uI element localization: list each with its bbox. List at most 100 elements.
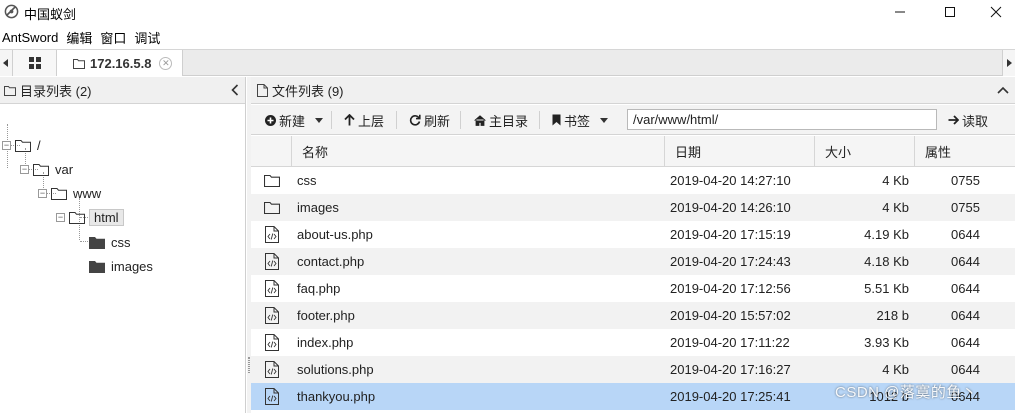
- chevron-up-icon[interactable]: [997, 86, 1009, 94]
- folder-filled-icon: [89, 236, 105, 249]
- up-button-label: 上层: [358, 113, 385, 129]
- grid-icon: [28, 57, 41, 69]
- file-type-cell: [251, 275, 292, 302]
- title-bar: 中国蚁剑: [0, 0, 1015, 24]
- column-header-icon: [251, 136, 292, 167]
- maximize-button[interactable]: [927, 0, 973, 24]
- column-header-name[interactable]: 名称: [292, 136, 665, 167]
- file-row[interactable]: footer.php 2019-04-20 15:57:02 218 b 064…: [251, 302, 1015, 329]
- minimize-button[interactable]: [877, 0, 923, 24]
- triangle-left-icon: [3, 59, 8, 67]
- column-header-size[interactable]: 大小: [815, 136, 915, 167]
- file-date: 2019-04-20 17:16:27: [670, 362, 791, 377]
- tree-node-html[interactable]: − html: [56, 207, 124, 227]
- file-type-cell: [251, 167, 292, 194]
- file-row[interactable]: about-us.php 2019-04-20 17:15:19 4.19 Kb…: [251, 221, 1015, 248]
- antsword-logo-icon: [4, 4, 19, 19]
- file-panel-title: 文件列表 (9): [272, 83, 344, 99]
- code-file-icon: [264, 307, 279, 324]
- folder-outline-icon: [33, 163, 49, 176]
- code-file-icon: [264, 334, 279, 351]
- close-window-button[interactable]: [973, 0, 1015, 24]
- chevron-left-icon[interactable]: [231, 84, 239, 96]
- new-button[interactable]: 新建: [265, 109, 324, 131]
- file-grid: 名称 日期 大小 属性 css 2019-04-20 14:27:10 4 Kb…: [251, 136, 1015, 410]
- tree-node-css[interactable]: css: [89, 232, 131, 252]
- folder-outline-icon: [4, 85, 16, 96]
- splitter-grip[interactable]: [248, 357, 250, 373]
- file-row[interactable]: images 2019-04-20 14:26:10 4 Kb 0755: [251, 194, 1015, 221]
- file-type-cell: [251, 356, 292, 383]
- menu-window[interactable]: 窗口: [98, 28, 132, 47]
- caret-down-icon: [315, 117, 324, 123]
- tab-scroll-right-button[interactable]: [1002, 50, 1015, 76]
- arrow-up-icon: [344, 114, 355, 126]
- file-size: 218 b: [876, 308, 909, 323]
- tab-home[interactable]: [13, 50, 57, 76]
- arrow-right-icon: [948, 115, 959, 125]
- tree-label-var: var: [55, 161, 74, 177]
- tree-collapse-toggle[interactable]: −: [56, 212, 65, 222]
- file-name: solutions.php: [297, 362, 374, 377]
- folder-outline-icon: [73, 58, 85, 69]
- home-icon: [474, 114, 486, 126]
- toolbar-separator: [331, 111, 332, 129]
- file-date: 2019-04-20 17:11:22: [670, 335, 790, 350]
- column-header-date[interactable]: 日期: [665, 136, 815, 167]
- tree-node-images[interactable]: images: [89, 256, 153, 276]
- maximize-icon: [945, 7, 955, 17]
- home-dir-button[interactable]: 主目录: [474, 109, 528, 131]
- file-name: index.php: [297, 335, 354, 350]
- folder-outline-icon: [263, 174, 280, 187]
- file-date: 2019-04-20 17:24:43: [670, 254, 791, 269]
- file-name: footer.php: [297, 308, 355, 323]
- code-file-icon: [264, 253, 279, 270]
- file-grid-header: 名称 日期 大小 属性: [251, 136, 1015, 167]
- file-attr: 0644: [951, 227, 980, 242]
- tree-collapse-toggle[interactable]: −: [2, 140, 11, 150]
- folder-outline-icon: [51, 187, 67, 200]
- tab-close-icon[interactable]: ✕: [159, 56, 173, 70]
- code-file-icon: [264, 280, 279, 297]
- file-row[interactable]: index.php 2019-04-20 17:11:22 3.93 Kb 06…: [251, 329, 1015, 356]
- refresh-icon: [409, 114, 421, 126]
- path-input[interactable]: [627, 109, 937, 130]
- menu-edit[interactable]: 编辑: [64, 28, 98, 47]
- menu-antsword[interactable]: AntSword: [0, 30, 64, 45]
- tab-host[interactable]: 172.16.5.8 ✕: [57, 50, 183, 76]
- menu-debug[interactable]: 调试: [132, 28, 166, 47]
- menu-bar: AntSword 编辑 窗口 调试: [0, 26, 1015, 48]
- bookmark-button[interactable]: 书签: [552, 109, 609, 131]
- file-size: 4 Kb: [882, 173, 909, 188]
- file-type-cell: [251, 329, 292, 356]
- file-attr: 0644: [951, 281, 980, 296]
- tree-label-root: /: [37, 137, 41, 153]
- file-row[interactable]: faq.php 2019-04-20 17:12:56 5.51 Kb 0644: [251, 275, 1015, 302]
- file-row[interactable]: solutions.php 2019-04-20 17:16:27 4 Kb 0…: [251, 356, 1015, 383]
- tree-node-www[interactable]: − www: [38, 183, 101, 203]
- code-file-icon: [264, 388, 279, 405]
- column-header-attr[interactable]: 属性: [915, 136, 1015, 167]
- file-outline-icon: [257, 83, 268, 97]
- tab-bar: 172.16.5.8 ✕: [0, 49, 1015, 76]
- tab-scroll-left-button[interactable]: [0, 50, 13, 76]
- tree-collapse-toggle[interactable]: −: [20, 164, 29, 174]
- tree-node-var[interactable]: − var: [20, 159, 73, 179]
- tree-node-root[interactable]: − /: [2, 135, 41, 155]
- file-row[interactable]: contact.php 2019-04-20 17:24:43 4.18 Kb …: [251, 248, 1015, 275]
- file-toolbar: 新建 上层 刷新 主目录 书签 读取: [251, 105, 1015, 135]
- file-row[interactable]: css 2019-04-20 14:27:10 4 Kb 0755: [251, 167, 1015, 194]
- tree-label-www: www: [73, 185, 102, 201]
- toolbar-separator: [539, 111, 540, 129]
- file-size: 5.51 Kb: [864, 281, 909, 296]
- file-size: 4.18 Kb: [864, 254, 909, 269]
- read-button[interactable]: 读取: [948, 109, 988, 131]
- refresh-button[interactable]: 刷新: [409, 109, 450, 131]
- file-date: 2019-04-20 14:27:10: [670, 173, 791, 188]
- up-button[interactable]: 上层: [344, 109, 384, 131]
- tree-collapse-toggle[interactable]: −: [38, 188, 47, 198]
- file-date: 2019-04-20 14:26:10: [670, 200, 791, 215]
- file-date: 2019-04-20 15:57:02: [670, 308, 791, 323]
- file-date: 2019-04-20 17:12:56: [670, 281, 791, 296]
- file-name: css: [297, 173, 317, 188]
